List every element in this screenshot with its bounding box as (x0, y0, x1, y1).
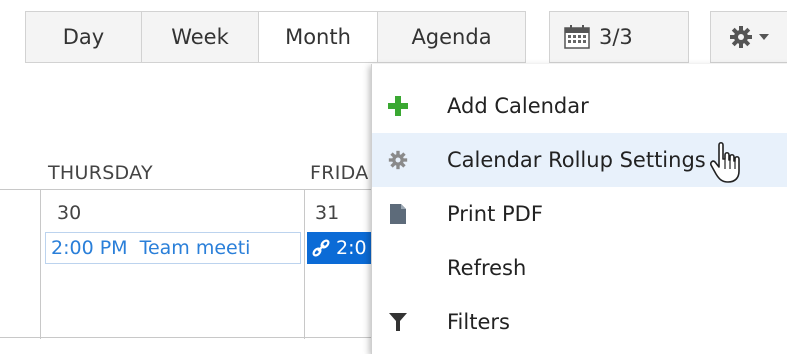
funnel-icon (389, 313, 407, 331)
menu-item-filters[interactable]: Filters (372, 295, 787, 349)
tab-week[interactable]: Week (141, 11, 259, 63)
event-title: Team meeti (139, 237, 251, 259)
menu-item-label: Print PDF (447, 202, 543, 226)
calendar-icon (564, 25, 590, 49)
calendar-toolbar: Day Week Month Agenda 3/3 (0, 0, 787, 64)
plus-icon (388, 96, 408, 116)
gear-icon (388, 150, 408, 170)
tab-month[interactable]: Month (258, 11, 378, 63)
settings-menu-button[interactable] (710, 11, 787, 63)
menu-item-add-calendar[interactable]: Add Calendar (372, 79, 787, 133)
event-team-meeting[interactable]: 2:00 PM Team meeti (45, 232, 301, 264)
menu-item-label: Calendar Rollup Settings (447, 148, 706, 172)
menu-item-print-pdf[interactable]: Print PDF (372, 187, 787, 241)
menu-item-label: Refresh (447, 256, 527, 280)
menu-item-label: Filters (447, 310, 510, 334)
settings-dropdown-menu: Add Calendar Calendar Rollup Settings Pr… (371, 64, 787, 354)
recurrence-icon (312, 239, 330, 257)
event-time: 2:0 (336, 237, 367, 259)
grid-line (304, 189, 305, 339)
day-header-thursday: THURSDAY (48, 162, 153, 184)
gear-icon (730, 26, 752, 48)
view-switcher: Day Week Month Agenda (25, 11, 526, 63)
day-header-friday: FRIDA (310, 162, 369, 184)
tab-day[interactable]: Day (25, 11, 142, 63)
hand-cursor-icon (710, 141, 740, 183)
menu-item-refresh[interactable]: Refresh (372, 241, 787, 295)
day-number-30[interactable]: 30 (57, 202, 81, 224)
event-recurring[interactable]: 2:0 (307, 232, 371, 264)
document-icon (390, 204, 406, 224)
calendar-count: 3/3 (599, 25, 633, 49)
day-number-31[interactable]: 31 (315, 202, 339, 224)
calendar-count-button[interactable]: 3/3 (549, 11, 689, 63)
grid-line (40, 189, 41, 339)
menu-item-label: Add Calendar (447, 94, 589, 118)
chevron-down-icon (759, 34, 769, 40)
event-time: 2:00 PM (51, 237, 128, 259)
tab-agenda[interactable]: Agenda (377, 11, 526, 63)
